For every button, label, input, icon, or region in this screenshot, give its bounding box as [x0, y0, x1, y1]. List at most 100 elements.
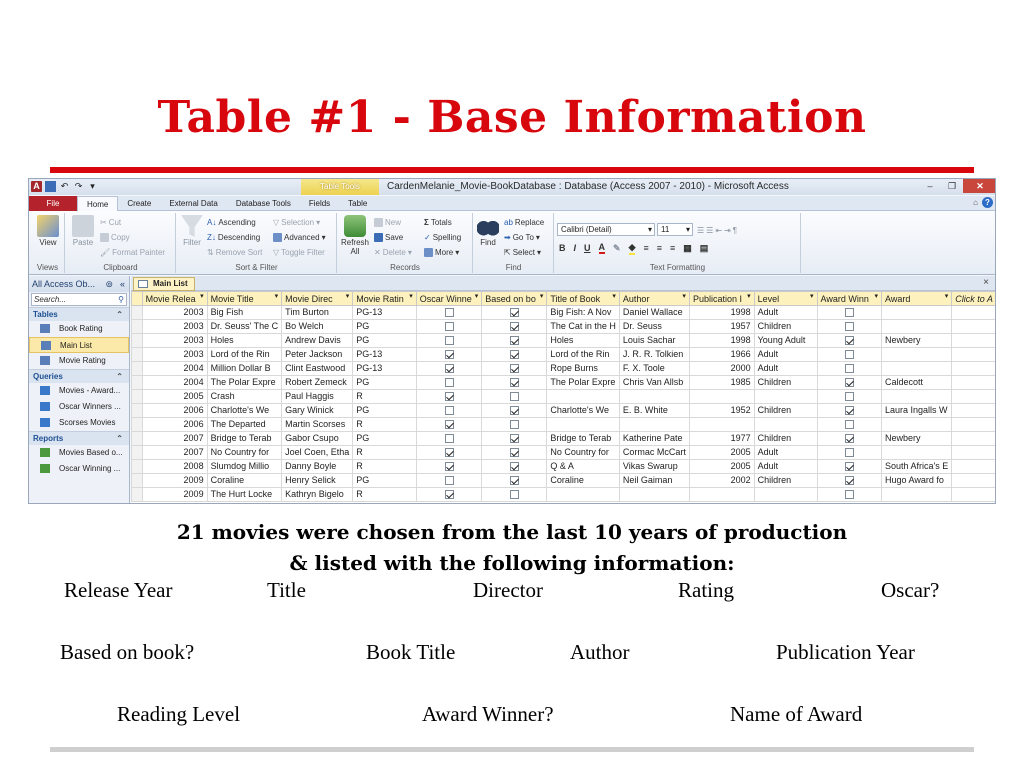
column-header[interactable]: Movie Ratin ▾ [352, 291, 417, 306]
checked-checkbox[interactable] [509, 448, 519, 458]
book-checkbox-cell[interactable] [481, 361, 548, 376]
align-left-icon[interactable]: ≡ [643, 243, 648, 253]
tab-file[interactable]: File [29, 196, 77, 211]
title-cell[interactable]: The Departed [206, 417, 283, 432]
unchecked-checkbox[interactable] [844, 322, 854, 332]
record-selector[interactable] [131, 487, 143, 502]
checked-checkbox[interactable] [509, 476, 519, 486]
award-cell[interactable]: South Africa's E [880, 459, 953, 474]
column-header[interactable]: Oscar Winne ▾ [415, 291, 483, 306]
column-header[interactable]: Movie Direc ▾ [281, 291, 354, 306]
book-title-cell[interactable] [546, 487, 620, 502]
award-cell[interactable]: Laura Ingalls W [880, 403, 953, 418]
align-center-icon[interactable]: ≡ [657, 243, 662, 253]
record-selector[interactable] [131, 375, 143, 390]
author-cell[interactable]: Cormac McCart [618, 445, 690, 460]
click-to-add-cell[interactable] [951, 361, 995, 376]
column-header[interactable]: Movie Relea ▾ [141, 291, 208, 306]
title-cell[interactable]: Million Dollar B [206, 361, 283, 376]
table-row[interactable]: 2009 Coraline Henry Selick PG Coraline Neil G… [131, 473, 995, 488]
toggle-filter-button[interactable]: ▽ Toggle Filter [273, 245, 325, 259]
book-checkbox-cell[interactable] [481, 333, 548, 348]
rating-cell[interactable]: PG-13 [352, 361, 417, 376]
award-cell[interactable] [880, 487, 953, 502]
pub-cell[interactable]: 1952 [688, 403, 755, 418]
title-cell[interactable]: The Hurt Locke [206, 487, 283, 502]
record-selector[interactable] [131, 361, 143, 376]
book-title-cell[interactable]: Q & A [546, 459, 620, 474]
checked-checkbox[interactable] [844, 434, 854, 444]
tab-database-tools[interactable]: Database Tools [227, 196, 300, 211]
director-cell[interactable]: Joel Coen, Etha [281, 445, 354, 460]
year-cell[interactable]: 2006 [141, 417, 208, 432]
unchecked-checkbox[interactable] [509, 420, 519, 430]
award_winner-checkbox-cell[interactable] [816, 403, 882, 418]
author-cell[interactable]: Neil Gaiman [618, 473, 690, 488]
find-button[interactable]: Find [476, 215, 500, 247]
rating-cell[interactable]: R [352, 445, 417, 460]
save-record-button[interactable]: Save [374, 230, 403, 244]
award-cell[interactable] [880, 319, 953, 334]
click-to-add-cell[interactable] [951, 487, 995, 502]
unchecked-checkbox[interactable] [844, 448, 854, 458]
nav-item-oscar-winners[interactable]: Oscar Winners ... [29, 399, 129, 415]
award_winner-checkbox-cell[interactable] [816, 459, 882, 474]
author-cell[interactable]: F. X. Toole [618, 361, 690, 376]
pub-cell[interactable] [688, 389, 755, 404]
checked-checkbox[interactable] [844, 378, 854, 388]
unchecked-checkbox[interactable] [444, 322, 454, 332]
new-record-button[interactable]: New [374, 215, 401, 229]
director-cell[interactable]: Robert Zemeck [281, 375, 354, 390]
table-row[interactable]: 2003 Lord of the Rin Peter Jackson PG-13 Lor… [131, 347, 995, 362]
unchecked-checkbox[interactable] [844, 392, 854, 402]
column-dropdown-icon[interactable]: ▾ [200, 293, 204, 300]
year-cell[interactable]: 2009 [141, 487, 208, 502]
title-cell[interactable]: No Country for [206, 445, 283, 460]
rating-cell[interactable]: PG [352, 319, 417, 334]
tab-external-data[interactable]: External Data [160, 196, 226, 211]
tab-main-list[interactable]: Main List [133, 277, 195, 291]
unchecked-checkbox[interactable] [444, 406, 454, 416]
column-dropdown-icon[interactable]: ▾ [682, 293, 686, 300]
rating-cell[interactable]: PG-13 [352, 347, 417, 362]
unchecked-checkbox[interactable] [844, 490, 854, 500]
book-checkbox-cell[interactable] [481, 487, 548, 502]
checked-checkbox[interactable] [509, 336, 519, 346]
book-title-cell[interactable]: Charlotte's We [546, 403, 620, 418]
nav-category-tables[interactable]: Tables ⌃ [29, 307, 129, 321]
award_winner-checkbox-cell[interactable] [816, 487, 882, 502]
award_winner-checkbox-cell[interactable] [816, 305, 882, 320]
book-title-cell[interactable]: Holes [546, 333, 620, 348]
rating-cell[interactable]: R [352, 459, 417, 474]
title-cell[interactable]: Charlotte's We [206, 403, 283, 418]
selection-button[interactable]: ▽ Selection ▾ [273, 215, 320, 229]
search-icon[interactable]: ⚲ [118, 294, 124, 305]
award_winner-checkbox-cell[interactable] [816, 473, 882, 488]
title-cell[interactable]: Lord of the Rin [206, 347, 283, 362]
checked-checkbox[interactable] [444, 392, 454, 402]
oscar-checkbox-cell[interactable] [415, 487, 483, 502]
level-cell[interactable]: Adult [753, 445, 818, 460]
checked-checkbox[interactable] [509, 350, 519, 360]
table-row[interactable]: 2007 No Country for Joel Coen, Etha R No Cou… [131, 445, 995, 460]
nav-item-movies-award[interactable]: Movies - Award... [29, 383, 129, 399]
access-logo-icon[interactable]: A [31, 181, 42, 192]
oscar-checkbox-cell[interactable] [415, 417, 483, 432]
spelling-button[interactable]: ✓ Spelling [424, 230, 461, 244]
book-checkbox-cell[interactable] [481, 417, 548, 432]
author-cell[interactable]: Daniel Wallace [618, 305, 690, 320]
author-cell[interactable]: E. B. White [618, 403, 690, 418]
save-icon[interactable] [45, 181, 56, 192]
year-cell[interactable]: 2004 [141, 361, 208, 376]
table-row[interactable]: 2004 The Polar Expre Robert Zemeck PG The Po… [131, 375, 995, 390]
author-cell[interactable]: Chris Van Allsb [618, 375, 690, 390]
year-cell[interactable]: 2005 [141, 389, 208, 404]
award_winner-checkbox-cell[interactable] [816, 375, 882, 390]
column-header[interactable]: Title of Book ▾ [546, 291, 620, 306]
book-title-cell[interactable] [546, 389, 620, 404]
select-button[interactable]: ⇱ Select ▾ [504, 245, 541, 259]
collapse-category-icon[interactable]: ⌃ [116, 308, 123, 322]
award_winner-checkbox-cell[interactable] [816, 347, 882, 362]
table-row[interactable]: 2003 Big Fish Tim Burton PG-13 Big Fish: A N… [131, 305, 995, 320]
click-to-add-cell[interactable] [951, 305, 995, 320]
